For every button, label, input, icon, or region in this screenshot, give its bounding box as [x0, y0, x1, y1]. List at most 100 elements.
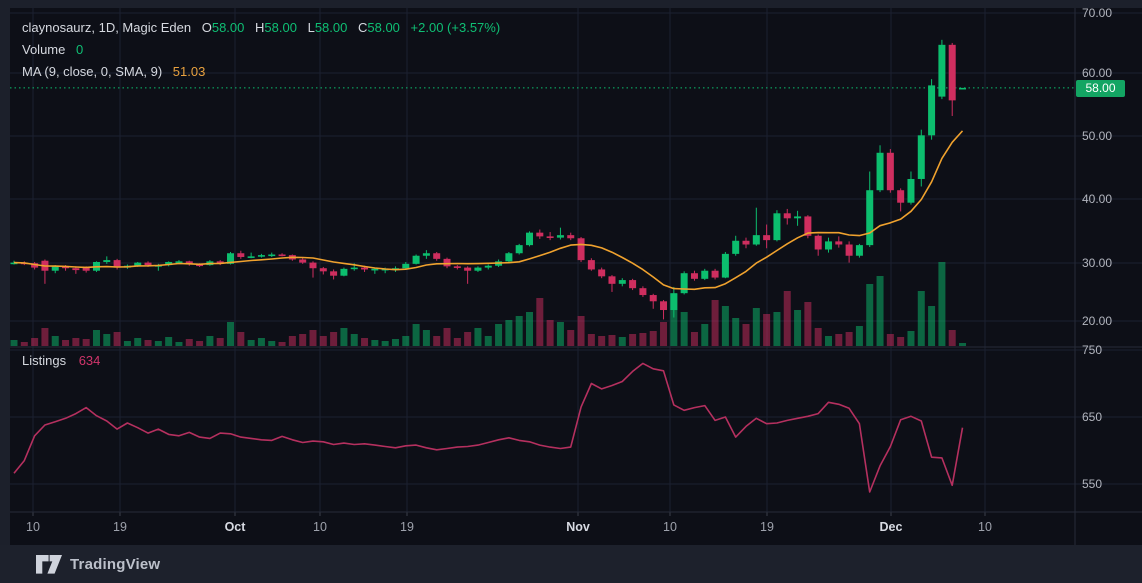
- candle-body: [577, 238, 585, 261]
- volume-bar: [866, 284, 874, 346]
- volume-row[interactable]: Volume 0: [22, 39, 500, 61]
- volume-bar: [330, 332, 338, 346]
- candle-body: [876, 152, 884, 191]
- candle-body: [660, 301, 668, 311]
- ma-row[interactable]: MA (9, close, 0, SMA, 9) 51.03: [22, 61, 500, 83]
- volume-bar: [206, 336, 214, 346]
- listings-label: Listings: [22, 353, 67, 368]
- volume-bar: [402, 336, 410, 346]
- candle-body: [319, 268, 327, 272]
- volume-bar: [299, 334, 307, 346]
- volume-bar: [752, 308, 760, 346]
- symbol-legend[interactable]: claynosaurz, 1D, Magic Eden O58.00 H58.0…: [22, 17, 500, 83]
- candle-body: [361, 267, 369, 270]
- volume-bar: [845, 332, 853, 346]
- time-tick-label: 10: [663, 520, 677, 534]
- candle-body: [680, 273, 688, 294]
- volume-bar: [742, 324, 750, 346]
- volume-bar: [319, 336, 327, 346]
- candle-body: [649, 295, 657, 302]
- volume-bar: [948, 330, 956, 346]
- candle-body: [835, 241, 843, 245]
- candle-body: [928, 85, 936, 136]
- volume-bar: [794, 310, 802, 346]
- volume-bar: [608, 335, 616, 346]
- candle-body: [629, 280, 637, 289]
- candle-body: [670, 293, 678, 311]
- close-label: C: [357, 20, 368, 35]
- low-label: L: [307, 20, 315, 35]
- price-tick-label: 20.00: [1082, 314, 1113, 328]
- candle-body: [855, 245, 863, 256]
- candle-body: [866, 190, 874, 246]
- time-tick-label: Nov: [566, 520, 590, 534]
- tradingview-logo-icon[interactable]: [36, 554, 62, 574]
- candle-body: [886, 152, 894, 191]
- candle-body: [422, 253, 430, 256]
- candle-body: [763, 235, 771, 241]
- change-value: +2.00 (+3.57%): [410, 20, 501, 35]
- volume-bar: [31, 338, 39, 346]
- listings-legend[interactable]: Listings 634: [22, 353, 100, 368]
- candle-body: [752, 235, 760, 245]
- volume-bar: [340, 328, 348, 346]
- volume-bar: [690, 332, 698, 346]
- volume-bar: [391, 339, 399, 346]
- volume-bar: [732, 318, 740, 346]
- volume-bar: [20, 342, 28, 346]
- candle-body: [144, 262, 152, 266]
- candle-body: [464, 267, 472, 271]
- candle-body: [412, 255, 420, 264]
- symbol-row[interactable]: claynosaurz, 1D, Magic Eden O58.00 H58.0…: [22, 17, 500, 39]
- price-tick-label: 650: [1082, 410, 1103, 424]
- volume-bar: [422, 330, 430, 346]
- volume-bar: [536, 298, 544, 346]
- candle-body: [897, 190, 905, 203]
- time-tick-label: Oct: [224, 520, 246, 534]
- volume-bar: [381, 341, 389, 346]
- volume-bar: [814, 328, 822, 346]
- candle-body: [546, 236, 554, 238]
- candle-body: [917, 135, 925, 179]
- volume-bar: [371, 340, 379, 346]
- candle-body: [608, 276, 616, 284]
- volume-bar: [10, 340, 18, 346]
- volume-bar: [216, 338, 224, 346]
- candle-body: [907, 178, 915, 203]
- candle-body: [309, 262, 317, 269]
- tradingview-brand[interactable]: TradingView: [70, 556, 160, 573]
- symbol-title[interactable]: claynosaurz, 1D, Magic Eden: [22, 20, 191, 35]
- high-label: H: [255, 20, 265, 35]
- volume-bar: [701, 324, 709, 346]
- candle-body: [103, 260, 111, 262]
- volume-bar: [855, 326, 863, 346]
- price-tick-label: 550: [1082, 477, 1103, 491]
- candle-body: [794, 216, 802, 219]
- volume-bar: [62, 340, 70, 346]
- volume-bar: [598, 336, 606, 346]
- volume-bar: [567, 330, 575, 346]
- volume-bar: [103, 334, 111, 346]
- volume-bar: [680, 312, 688, 346]
- candle-body: [340, 268, 348, 276]
- volume-bar: [721, 306, 729, 346]
- volume-bar: [763, 314, 771, 346]
- candle-body: [51, 266, 59, 271]
- volume-bar: [474, 328, 482, 346]
- volume-bar: [824, 336, 832, 346]
- volume-bar: [154, 341, 162, 346]
- candle-body: [278, 254, 286, 257]
- price-tick-label: 50.00: [1082, 129, 1113, 143]
- open-label: O: [201, 20, 212, 35]
- volume-bar: [876, 276, 884, 346]
- candle-body: [556, 235, 564, 238]
- candle-body: [371, 268, 379, 271]
- volume-bar: [660, 322, 668, 346]
- candle-body: [505, 253, 513, 262]
- volume-bar: [587, 334, 595, 346]
- volume-bar: [629, 334, 637, 346]
- last-price-label: 58.00: [1076, 80, 1125, 97]
- time-tick-label: 10: [978, 520, 992, 534]
- volume-bar: [144, 340, 152, 346]
- low-value: 58.00: [314, 20, 348, 35]
